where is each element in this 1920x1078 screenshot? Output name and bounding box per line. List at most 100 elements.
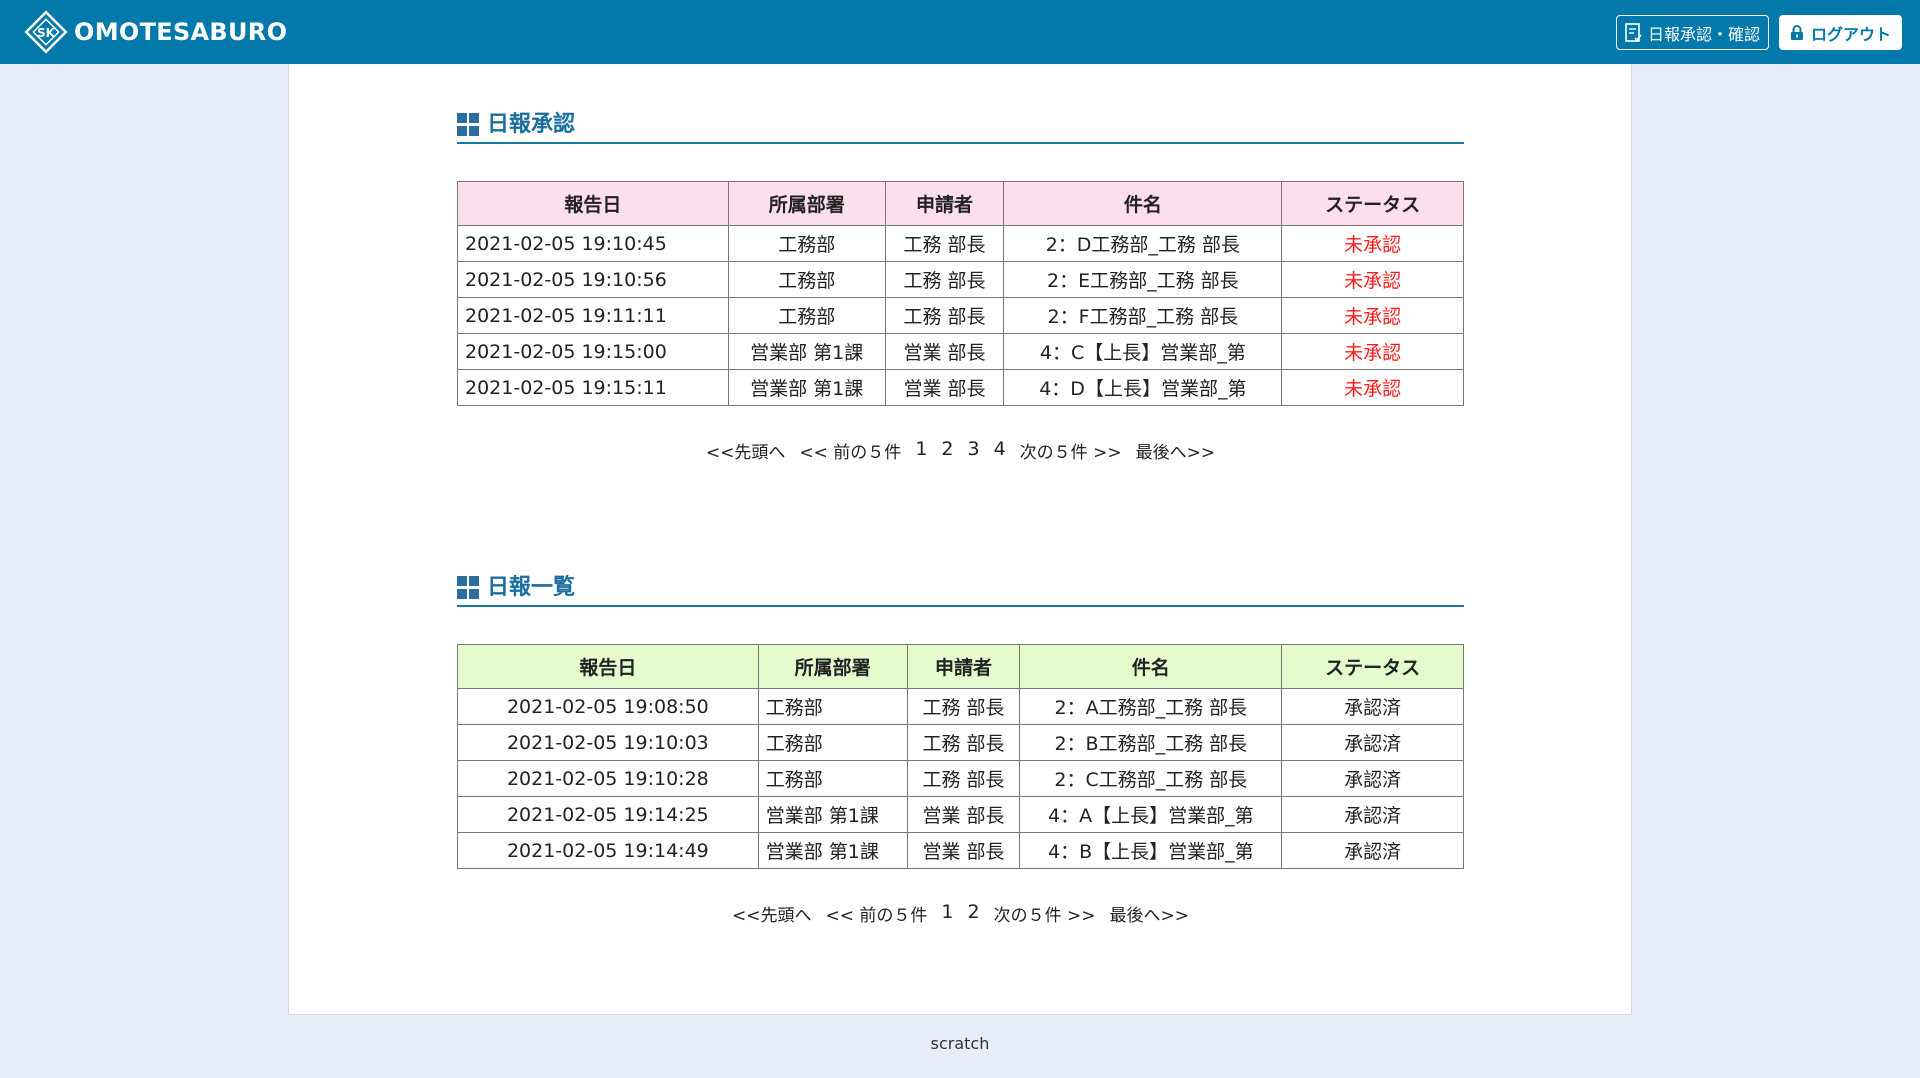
- column-header: 申請者: [906, 644, 1021, 689]
- applicant-cell: 工務 部長: [906, 760, 1021, 797]
- department-cell: 工務部: [727, 297, 886, 334]
- approval-title: 日報承認: [487, 112, 576, 137]
- report-date-cell: 2021-02-05 19:14:25: [457, 796, 759, 833]
- applicant-cell: 工務 部長: [906, 688, 1021, 725]
- subject-cell[interactable]: 2：A工務部_工務 部長: [1019, 688, 1283, 725]
- report-list-table: 報告日 所属部署 申請者 件名 ステータス 2021-02-05 19:08:5…: [457, 644, 1464, 869]
- pager-prev-link[interactable]: << 前の５件: [826, 901, 928, 926]
- department-cell: 営業部 第1課: [727, 369, 886, 406]
- status-cell: 承認済: [1281, 724, 1464, 761]
- table-row[interactable]: 2021-02-05 19:08:50 工務部 工務 部長 2：A工務部_工務 …: [457, 688, 1464, 725]
- department-cell: 工務部: [757, 724, 908, 761]
- brand-name: OMOTESABURO: [74, 18, 288, 46]
- report-date-cell: 2021-02-05 19:10:28: [457, 760, 759, 797]
- column-header: 件名: [1003, 181, 1283, 226]
- applicant-cell: 工務 部長: [884, 297, 1005, 334]
- report-list-section: 日報一覧 報告日 所属部署 申請者 件名 ステータス 2021-02-05 19…: [457, 569, 1464, 926]
- subject-cell[interactable]: 2：B工務部_工務 部長: [1019, 724, 1283, 761]
- pager-page-link[interactable]: 2: [941, 438, 953, 463]
- column-header: 申請者: [884, 181, 1005, 226]
- report-date-cell: 2021-02-05 19:10:56: [457, 261, 729, 298]
- table-row[interactable]: 2021-02-05 19:14:49 営業部 第1課 営業 部長 4：B【上長…: [457, 832, 1464, 869]
- department-cell: 営業部 第1課: [757, 796, 908, 833]
- table-row[interactable]: 2021-02-05 19:10:03 工務部 工務 部長 2：B工務部_工務 …: [457, 724, 1464, 761]
- approval-pagination: <<先頭へ << 前の５件 1 2 3 4 次の５件 >> 最後へ>>: [457, 438, 1464, 463]
- pager-next-link[interactable]: 次の５件 >>: [994, 901, 1096, 926]
- status-cell: 承認済: [1281, 796, 1464, 833]
- pager-first-link[interactable]: <<先頭へ: [732, 901, 812, 926]
- report-date-cell: 2021-02-05 19:10:03: [457, 724, 759, 761]
- table-row[interactable]: 2021-02-05 19:10:28 工務部 工務 部長 2：C工務部_工務 …: [457, 760, 1464, 797]
- approval-section-title: 日報承認: [457, 106, 1464, 144]
- column-header: ステータス: [1281, 181, 1464, 226]
- applicant-cell: 工務 部長: [884, 225, 1005, 262]
- table-row[interactable]: 2021-02-05 19:10:45 工務部 工務 部長 2：D工務部_工務 …: [457, 225, 1464, 262]
- applicant-cell: 営業 部長: [884, 369, 1005, 406]
- department-cell: 工務部: [757, 760, 908, 797]
- subject-cell[interactable]: 2：E工務部_工務 部長: [1003, 261, 1283, 298]
- lock-icon: [1790, 24, 1803, 40]
- report-date-cell: 2021-02-05 19:11:11: [457, 297, 729, 334]
- column-header: 報告日: [457, 644, 759, 689]
- department-cell: 営業部 第1課: [757, 832, 908, 869]
- subject-cell[interactable]: 2：F工務部_工務 部長: [1003, 297, 1283, 334]
- pager-last-link[interactable]: 最後へ>>: [1136, 438, 1216, 463]
- department-cell: 営業部 第1課: [727, 333, 886, 370]
- status-cell: 未承認: [1281, 261, 1464, 298]
- document-check-icon: [1625, 22, 1642, 42]
- logout-label: ログアウト: [1810, 24, 1891, 44]
- report-approve-label: 日報承認・確認: [1647, 24, 1760, 44]
- pager-page-link[interactable]: 2: [968, 901, 980, 926]
- report-approve-button[interactable]: 日報承認・確認: [1615, 15, 1769, 50]
- table-row[interactable]: 2021-02-05 19:10:56 工務部 工務 部長 2：E工務部_工務 …: [457, 261, 1464, 298]
- pager-prev-link[interactable]: << 前の５件: [799, 438, 901, 463]
- column-header: ステータス: [1281, 644, 1464, 689]
- pager-page-link[interactable]: 1: [915, 438, 927, 463]
- pager-page-link[interactable]: 3: [968, 438, 980, 463]
- pager-next-link[interactable]: 次の５件 >>: [1020, 438, 1122, 463]
- table-row[interactable]: 2021-02-05 19:11:11 工務部 工務 部長 2：F工務部_工務 …: [457, 297, 1464, 334]
- diamond-logo-icon: SK: [24, 10, 68, 54]
- subject-cell[interactable]: 2：D工務部_工務 部長: [1003, 225, 1283, 262]
- table-header-row: 報告日 所属部署 申請者 件名 ステータス: [457, 644, 1464, 689]
- column-header: 所属部署: [727, 181, 886, 226]
- applicant-cell: 工務 部長: [884, 261, 1005, 298]
- table-header-row: 報告日 所属部署 申請者 件名 ステータス: [457, 181, 1464, 226]
- department-cell: 工務部: [727, 261, 886, 298]
- applicant-cell: 営業 部長: [906, 796, 1021, 833]
- pager-page-link[interactable]: 1: [941, 901, 953, 926]
- subject-cell[interactable]: 4：A【上長】営業部_第: [1019, 796, 1283, 833]
- subject-cell[interactable]: 4：C【上長】営業部_第: [1003, 333, 1283, 370]
- brand-logo-link[interactable]: SK OMOTESABURO: [24, 10, 287, 54]
- grid-icon: [457, 576, 481, 600]
- report-list-pagination: <<先頭へ << 前の５件 1 2 次の５件 >> 最後へ>>: [457, 901, 1464, 926]
- department-cell: 工務部: [727, 225, 886, 262]
- main-panel: 日報承認 報告日 所属部署 申請者 件名 ステータス 2021-02-05 19…: [288, 64, 1632, 1015]
- report-date-cell: 2021-02-05 19:10:45: [457, 225, 729, 262]
- pager-last-link[interactable]: 最後へ>>: [1110, 901, 1190, 926]
- report-date-cell: 2021-02-05 19:14:49: [457, 832, 759, 869]
- grid-icon: [457, 113, 481, 137]
- table-row[interactable]: 2021-02-05 19:14:25 営業部 第1課 営業 部長 4：A【上長…: [457, 796, 1464, 833]
- subject-cell[interactable]: 2：C工務部_工務 部長: [1019, 760, 1283, 797]
- table-row[interactable]: 2021-02-05 19:15:11 営業部 第1課 営業 部長 4：D【上長…: [457, 369, 1464, 406]
- status-cell: 承認済: [1281, 832, 1464, 869]
- approval-table: 報告日 所属部署 申請者 件名 ステータス 2021-02-05 19:10:4…: [457, 181, 1464, 406]
- pager-first-link[interactable]: <<先頭へ: [706, 438, 786, 463]
- applicant-cell: 営業 部長: [884, 333, 1005, 370]
- report-list-section-title: 日報一覧: [457, 569, 1464, 607]
- status-cell: 承認済: [1281, 760, 1464, 797]
- subject-cell[interactable]: 4：D【上長】営業部_第: [1003, 369, 1283, 406]
- department-cell: 工務部: [757, 688, 908, 725]
- table-row[interactable]: 2021-02-05 19:15:00 営業部 第1課 営業 部長 4：C【上長…: [457, 333, 1464, 370]
- logout-button[interactable]: ログアウト: [1778, 15, 1902, 50]
- column-header: 報告日: [457, 181, 729, 226]
- status-cell: 未承認: [1281, 297, 1464, 334]
- report-list-title: 日報一覧: [487, 575, 576, 600]
- column-header: 所属部署: [757, 644, 908, 689]
- top-navbar: SK OMOTESABURO 日報承認・確認 ログアウト: [0, 0, 1920, 64]
- pager-page-link[interactable]: 4: [994, 438, 1006, 463]
- status-cell: 承認済: [1281, 688, 1464, 725]
- report-date-cell: 2021-02-05 19:08:50: [457, 688, 759, 725]
- subject-cell[interactable]: 4：B【上長】営業部_第: [1019, 832, 1283, 869]
